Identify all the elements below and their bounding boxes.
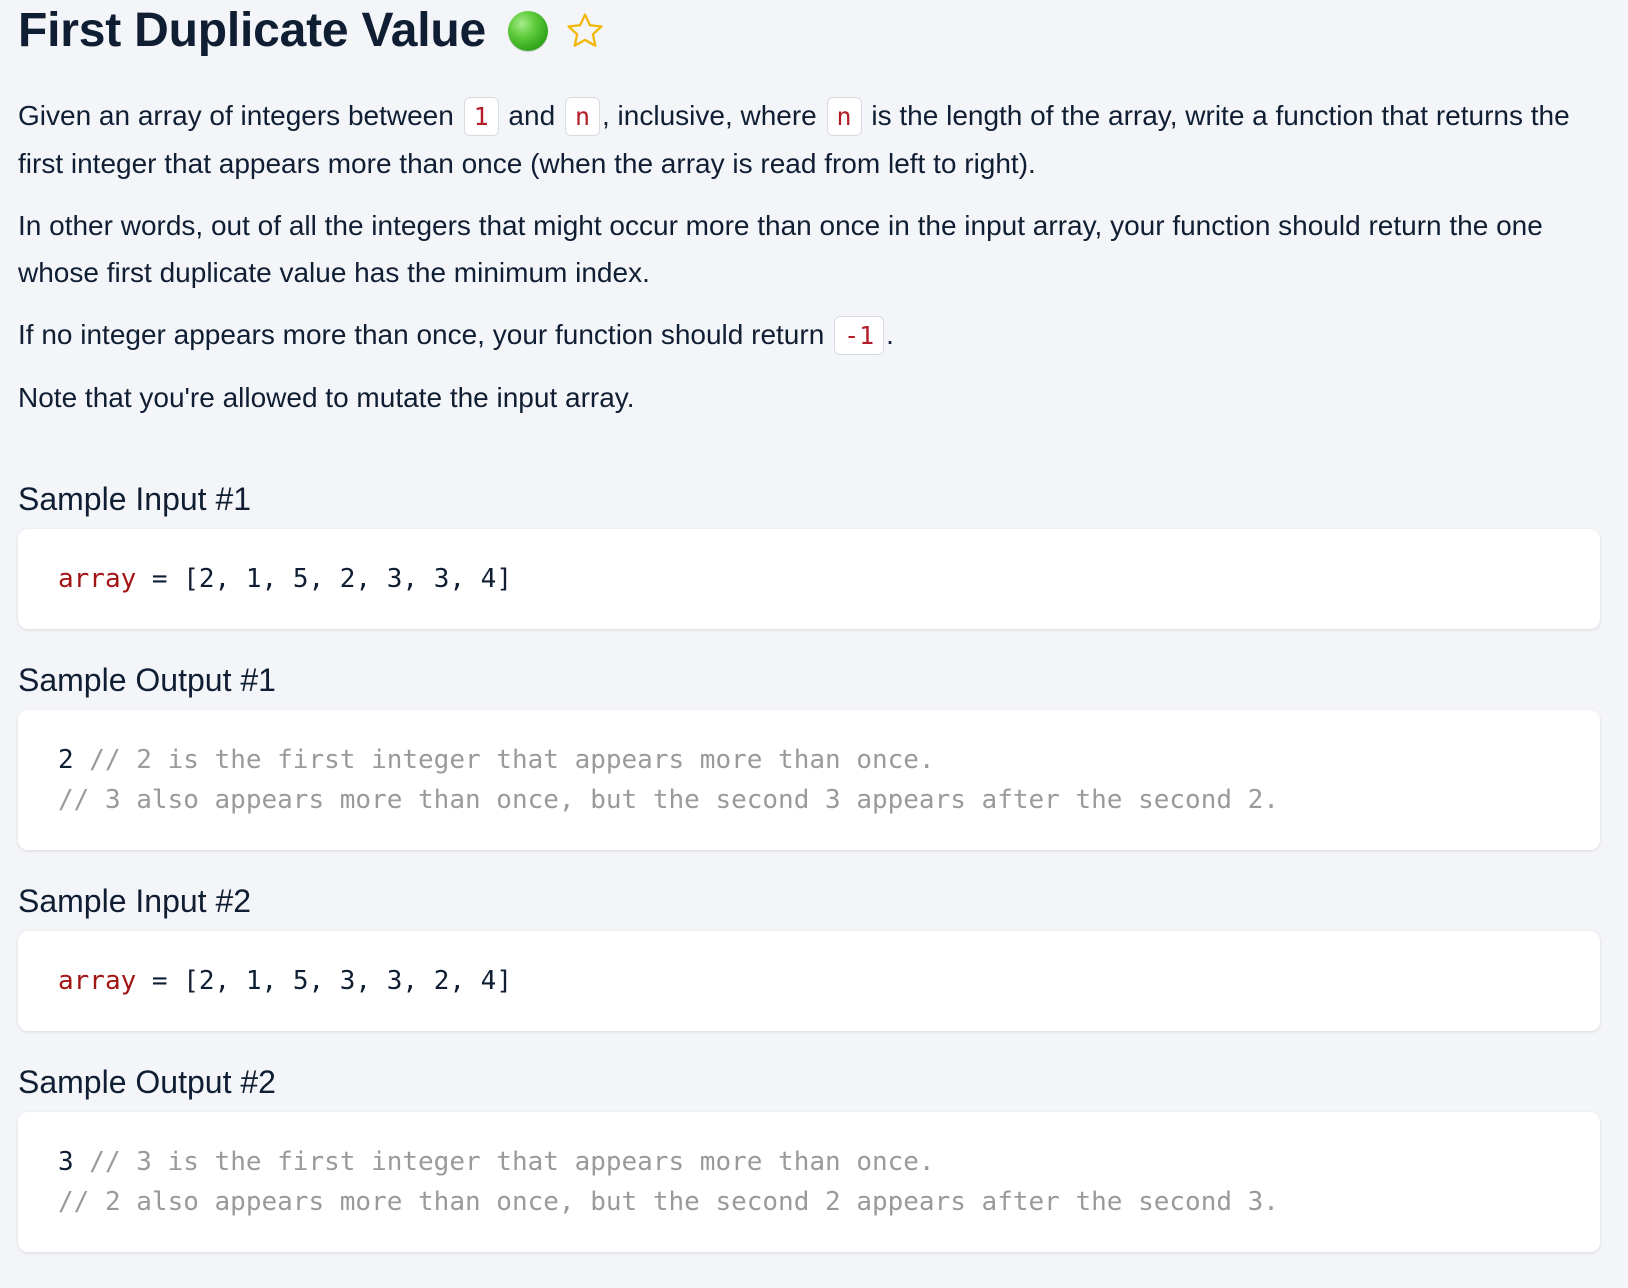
code-comment: // 2 is the first integer that appears m… (73, 745, 935, 775)
code-value: [2, 1, 5, 3, 3, 2, 4] (183, 966, 512, 996)
page-title: First Duplicate Value (18, 4, 486, 57)
code-value: 3 (58, 1147, 74, 1177)
description-text: If no integer appears more than once, yo… (18, 319, 833, 350)
sample-output-1-heading: Sample Output #1 (18, 662, 276, 698)
code-line: 3 // 3 is the first integer that appears… (58, 1142, 1560, 1182)
description-paragraph-3: If no integer appears more than once, yo… (18, 311, 1610, 359)
code-comment: // 3 also appears more than once, but th… (58, 785, 1279, 815)
title-row: First Duplicate Value (18, 0, 1610, 62)
sample-input-1-heading: Sample Input #1 (18, 481, 252, 517)
inline-code-n: n (564, 97, 600, 136)
code-variable: array (58, 564, 137, 594)
description-paragraph-4: Note that you're allowed to mutate the i… (18, 382, 635, 413)
problem-page: First Duplicate Value Given an array of … (0, 0, 1628, 1288)
code-comment: // 3 is the first integer that appears m… (73, 1147, 935, 1177)
description-text: Given an array of integers between (18, 100, 462, 131)
code-line: array = [2, 1, 5, 3, 3, 2, 4] (58, 961, 1560, 1001)
code-operator: = (136, 564, 184, 594)
description-text: and (500, 100, 563, 131)
code-variable: array (58, 966, 137, 996)
description-text: . (886, 319, 894, 350)
sample-output-2-code[interactable]: 3 // 3 is the first integer that appears… (18, 1112, 1600, 1252)
sample-input-1-code[interactable]: array = [2, 1, 5, 2, 3, 3, 4] (18, 529, 1600, 629)
description-text: , inclusive, where (602, 100, 825, 131)
green-dot-icon (507, 11, 548, 51)
description-paragraph-1: Given an array of integers between 1 and… (18, 92, 1610, 187)
code-line: // 2 also appears more than once, but th… (58, 1182, 1560, 1222)
code-line: // 3 also appears more than once, but th… (58, 780, 1560, 820)
inline-code-one: 1 (463, 97, 499, 136)
sample-output-2-heading: Sample Output #2 (18, 1064, 276, 1100)
code-value: [2, 1, 5, 2, 3, 3, 4] (183, 564, 512, 594)
inline-code-n: n (826, 97, 862, 136)
code-line: 2 // 2 is the first integer that appears… (58, 740, 1560, 780)
code-line: array = [2, 1, 5, 2, 3, 3, 4] (58, 559, 1560, 599)
sample-output-1-code[interactable]: 2 // 2 is the first integer that appears… (18, 710, 1600, 850)
code-operator: = (136, 966, 184, 996)
code-value: 2 (58, 745, 74, 775)
code-comment: // 2 also appears more than once, but th… (58, 1187, 1279, 1217)
description-paragraph-2: In other words, out of all the integers … (18, 210, 1543, 288)
sample-input-2-heading: Sample Input #2 (18, 883, 252, 919)
star-outline-icon[interactable] (564, 10, 606, 52)
sample-input-2-code[interactable]: array = [2, 1, 5, 3, 3, 2, 4] (18, 931, 1600, 1031)
inline-code-minus-one: -1 (834, 316, 885, 355)
